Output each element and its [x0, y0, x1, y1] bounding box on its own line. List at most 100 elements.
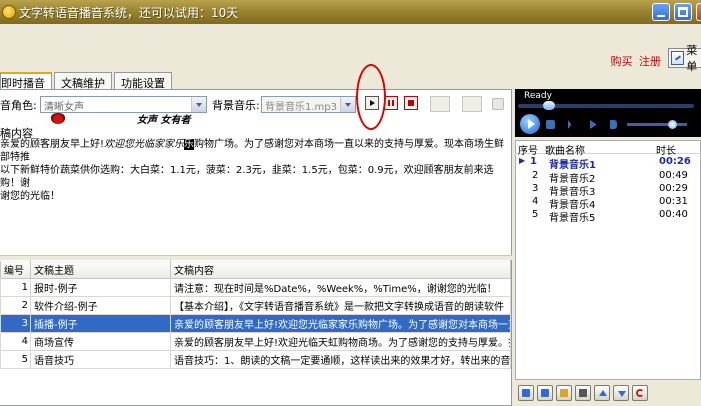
- row-topic: 插播-例子: [30, 314, 171, 333]
- move-up-button[interactable]: [594, 385, 610, 401]
- maximize-button[interactable]: [674, 3, 692, 21]
- row-topic: 报时-例子: [30, 278, 171, 297]
- content-text-highlight: 乐: [184, 139, 195, 150]
- volume-knob[interactable]: [668, 120, 677, 129]
- lips-icon: [51, 113, 65, 124]
- add-list-icon: [541, 389, 549, 397]
- table-row[interactable]: 4 商场宣传 亲爱的顾客朋友早上好!欢迎光临天虹购物商场。为了感谢您的支持与厚爱…: [0, 332, 511, 351]
- annotation-circle: [356, 64, 386, 130]
- menu-button[interactable]: 菜单: [668, 44, 701, 73]
- loop-button[interactable]: [632, 385, 648, 401]
- settings-icon[interactable]: [492, 98, 504, 110]
- previous-icon[interactable]: [568, 120, 571, 129]
- buy-link[interactable]: 购买: [611, 55, 633, 68]
- disabled-button-1[interactable]: [430, 96, 450, 112]
- playlist-item[interactable]: 3 背景音乐3 00:29: [515, 183, 701, 198]
- minimize-icon: [657, 15, 665, 17]
- title-bar: 文字转语音播音系统，还可以试用：10天: [0, 0, 701, 24]
- pause-icon: [388, 100, 394, 106]
- stop-icon: [408, 100, 414, 106]
- now-playing-icon: ▶: [519, 156, 526, 165]
- row-topic: 商场宣传: [30, 332, 171, 351]
- add-list-button[interactable]: [537, 385, 553, 401]
- add-music-icon: [522, 389, 530, 397]
- table-row[interactable]: 5 语音技巧 语音技巧：1、朗读的文稿一定要通顺，这样读出来的效果才好，转出来的…: [0, 350, 511, 369]
- row-number: 4: [0, 332, 31, 351]
- volume-icon[interactable]: [610, 120, 617, 129]
- playlist-item-time: 00:29: [659, 183, 688, 194]
- row-content: 亲爱的顾客朋友早上好!欢迎您光临家家乐购物广场。为了感谢您对本商场一直: [170, 314, 511, 333]
- content-text-a: 亲爱的顾客朋友早上好!: [0, 139, 105, 150]
- playlist-item[interactable]: 4 背景音乐4 00:31: [515, 196, 701, 211]
- tab-script-maintenance[interactable]: 文稿维护: [54, 72, 112, 90]
- playlist-item-number: 2: [532, 170, 539, 181]
- next-icon[interactable]: [590, 120, 596, 129]
- column-header-topic[interactable]: 文稿主题: [30, 260, 171, 279]
- playlist-header: 序号 歌曲名称 时长: [515, 141, 701, 157]
- column-header-number[interactable]: 编号: [0, 260, 31, 279]
- table-row[interactable]: 2 软件介绍-例子 【基本介绍】，《文字转语音播音系统》是一款把文字转换成语音的…: [0, 296, 511, 315]
- content-line-2: 以下新鲜特价蔬菜供你选购：大白菜：1.1元，菠菜：2.3元，韭菜：1.5元，包菜…: [0, 165, 494, 189]
- register-link[interactable]: 注册: [639, 55, 661, 68]
- menu-icon: [671, 51, 685, 65]
- chevron-down-icon[interactable]: [340, 97, 355, 112]
- row-number: 2: [0, 296, 31, 315]
- playlist-header-name[interactable]: 歌曲名称: [545, 142, 585, 157]
- playlist-header-number[interactable]: 序号: [518, 142, 538, 157]
- trash-icon: [579, 389, 587, 397]
- maximize-icon: [678, 7, 688, 17]
- row-content: 语音技巧：1、朗读的文稿一定要通顺，这样读出来的效果才好，转出来的音频: [170, 350, 511, 369]
- seek-bar[interactable]: [518, 101, 694, 110]
- row-content: 请注意：现在时间是%Date%，%Week%，%Time%，谢谢您的光临！: [170, 278, 511, 297]
- close-button[interactable]: [696, 3, 701, 21]
- chevron-down-icon[interactable]: [191, 97, 206, 112]
- playlist-item-number: 1: [530, 156, 537, 167]
- voice-select-value: 清晰女声: [44, 102, 84, 113]
- seek-knob[interactable]: [543, 101, 555, 110]
- disabled-button-2[interactable]: [462, 96, 482, 112]
- row-topic: 软件介绍-例子: [30, 296, 171, 315]
- folder-icon: [560, 389, 568, 397]
- art-text-right: 女声 女有者: [137, 115, 191, 126]
- add-song-button[interactable]: [518, 385, 534, 401]
- bgm-select[interactable]: 背景音乐1.mp3: [261, 96, 356, 113]
- table-row-selected[interactable]: 3 插播-例子 亲爱的顾客朋友早上好!欢迎您光临家家乐购物广场。为了感谢您对本商…: [0, 314, 511, 333]
- add-folder-button[interactable]: [556, 385, 572, 401]
- playlist-item[interactable]: 2 背景音乐2 00:49: [515, 170, 701, 185]
- playlist-item-time: 00:49: [659, 170, 688, 181]
- move-down-button[interactable]: [613, 385, 629, 401]
- arrow-up-icon: [599, 390, 607, 396]
- top-links: 购买 注册: [608, 53, 662, 69]
- volume-slider[interactable]: [627, 120, 687, 129]
- stop-button[interactable]: [404, 96, 418, 110]
- player-play-button[interactable]: [520, 114, 540, 134]
- playlist-item-time: 00:26: [659, 156, 691, 167]
- window-title: 文字转语音播音系统，还可以试用：10天: [19, 5, 239, 20]
- top-band: [0, 24, 701, 70]
- tab-strip: 即时播音 文稿维护 功能设置: [0, 72, 174, 91]
- playlist-item-number: 5: [532, 209, 539, 220]
- pause-button[interactable]: [384, 96, 398, 110]
- playlist-item-current[interactable]: ▶ 1 背景音乐1 00:26: [515, 156, 701, 171]
- row-number: 1: [0, 278, 31, 297]
- delete-button[interactable]: [575, 385, 591, 401]
- playlist-toolbar: [515, 382, 701, 404]
- playlist-item[interactable]: 5 背景音乐5 00:40: [515, 209, 701, 224]
- menu-label: 菜单: [686, 44, 698, 73]
- content-line-3: 谢您的光临！: [0, 191, 60, 202]
- content-editor[interactable]: 亲爱的顾客朋友早上好!欢迎您光临家家乐乐购物广场。为了感谢您对本商场一直以来的支…: [0, 138, 508, 208]
- tab-settings[interactable]: 功能设置: [114, 72, 172, 90]
- playlist-item-time: 00:40: [659, 209, 688, 220]
- playlist-header-time[interactable]: 时长: [656, 142, 676, 157]
- row-topic: 语音技巧: [30, 350, 171, 369]
- table-row[interactable]: 1 报时-例子 请注意：现在时间是%Date%，%Week%，%Time%，谢谢…: [0, 278, 511, 297]
- player-status: Ready: [524, 91, 552, 101]
- scripts-table: 编号 文稿主题 文稿内容 1 报时-例子 请注意：现在时间是%Date%，%We…: [0, 260, 511, 369]
- content-text-b: 欢迎您光临家家乐: [104, 139, 185, 150]
- bgm-label: 背景音乐:: [212, 99, 260, 112]
- row-content: 【基本介绍】，《文字转语音播音系统》是一款把文字转换成语音的朗读软件: [170, 296, 511, 315]
- player-stop-icon[interactable]: [546, 120, 555, 129]
- minimize-button[interactable]: [652, 3, 670, 21]
- column-header-content[interactable]: 文稿内容: [170, 260, 511, 279]
- row-number: 5: [0, 350, 31, 369]
